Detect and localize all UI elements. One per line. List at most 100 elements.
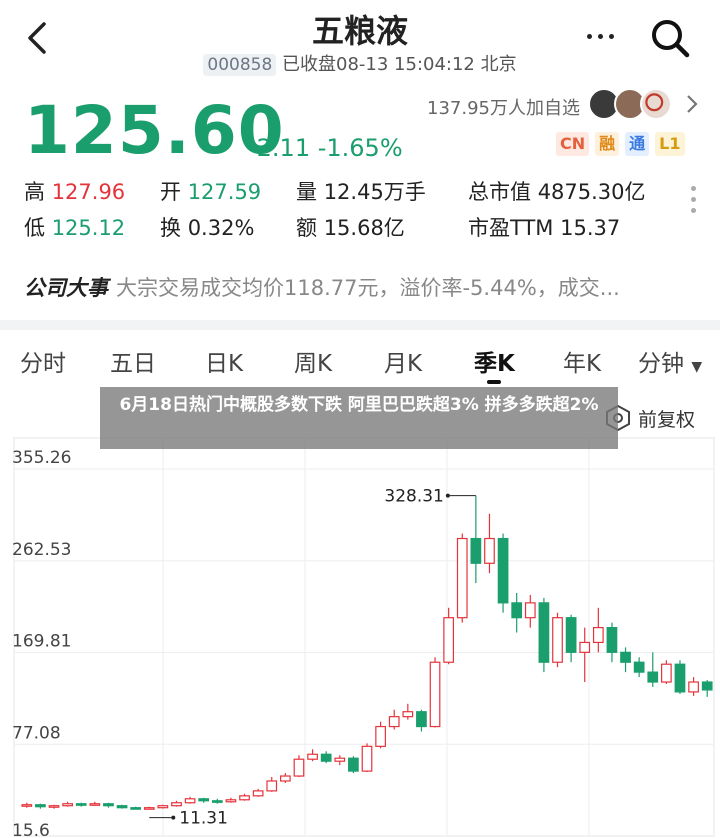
candle-body (579, 641, 591, 653)
candle-body (620, 651, 631, 663)
candle-body (198, 798, 210, 802)
more-options-icon[interactable] (584, 24, 624, 54)
stat-low: 低 125.12 (24, 216, 126, 240)
y-tick-label: 77.08 (12, 723, 61, 743)
candle-body (48, 805, 60, 808)
candle-body (75, 803, 87, 806)
candle-body (184, 798, 196, 804)
candle-body (443, 617, 455, 663)
candle-body (565, 617, 577, 653)
badge-cn: CN (556, 132, 590, 156)
candle-body (348, 757, 359, 772)
badge-level1: L1 (655, 132, 685, 156)
candle-body (307, 753, 318, 760)
candle-body (225, 799, 237, 803)
tab-intraday[interactable]: 分时 (20, 344, 66, 378)
chevron-right-icon[interactable] (682, 92, 702, 116)
stock-badges: CN 融通 L1 (556, 132, 691, 158)
candle-body (633, 661, 645, 673)
candle-body (647, 671, 659, 683)
candle-body (538, 602, 550, 663)
candle-body (89, 803, 101, 806)
candlestick-chart[interactable]: 355.26 262.53 169.81 77.08 15.6 328.31 11.31 (0, 396, 720, 838)
follower-avatars[interactable] (588, 88, 676, 122)
candle-body (130, 807, 142, 810)
candle-body (456, 537, 468, 619)
candle-body (511, 602, 523, 619)
min-price-label: 11.31 (179, 809, 228, 829)
watchlist-count[interactable]: 137.95万人加自选 (427, 94, 580, 120)
candle-body (35, 804, 46, 808)
candle-body (402, 711, 414, 718)
status-text: 已收盘08-13 15:04:12 北京 (282, 54, 517, 75)
company-event[interactable]: 公司大事 大宗交易成交均价118.77元，溢价率-5.44%，成交... (24, 272, 684, 302)
candle-body (375, 725, 386, 747)
stock-code: 000858 (203, 54, 277, 76)
stat-open: 开 127.59 (160, 180, 262, 204)
candle-body (484, 537, 495, 564)
news-banner[interactable]: 6月18日热门中概股多数下跌 阿里巴巴跌超3% 拼多多跌超2% (100, 387, 618, 449)
candle-body (62, 803, 73, 807)
tab-quarterly-k[interactable]: 季K (474, 344, 515, 378)
stat-volume: 量 12.45万手 (296, 180, 426, 204)
y-tick-label: 355.26 (12, 448, 71, 468)
candle-body (21, 804, 33, 807)
event-title: 公司大事 (24, 276, 108, 300)
tab-minute[interactable]: 分钟 ▼ (638, 344, 702, 378)
tab-yearly-k[interactable]: 年K (563, 344, 601, 378)
dropdown-caret-icon: ▼ (691, 359, 703, 375)
current-price: 125.60 (24, 92, 285, 169)
candle-body (416, 711, 427, 728)
candle-body (361, 745, 373, 772)
stat-amount: 额 15.68亿 (296, 216, 405, 240)
candle-body (388, 716, 400, 728)
candle-body (470, 537, 482, 564)
chart-labels: 355.26 262.53 169.81 77.08 15.6 328.31 11.31 (12, 448, 476, 838)
period-tabs: 分时 五日 日K 周K 月K 季K 年K 分钟 ▼ (0, 340, 720, 386)
candle-body (661, 663, 672, 683)
tab-daily-k[interactable]: 日K (205, 344, 243, 378)
candle-body (606, 626, 618, 653)
y-tick-label: 15.6 (12, 821, 50, 838)
y-tick-label: 169.81 (12, 632, 71, 652)
candle-body (211, 800, 223, 803)
tab-five-day[interactable]: 五日 (110, 344, 156, 378)
candle-body (524, 602, 536, 619)
active-tab-indicator (487, 380, 501, 384)
candle-body (320, 753, 332, 762)
candle-body (239, 795, 250, 801)
min-dot (171, 815, 176, 820)
candle-body (143, 807, 155, 810)
candle-body (157, 805, 169, 809)
price-change: -2.11 -1.65% (248, 134, 403, 162)
candle-body (688, 681, 699, 693)
expand-stats-icon[interactable] (689, 186, 697, 226)
candle-body (497, 537, 509, 604)
search-icon[interactable] (648, 16, 692, 60)
event-text: 大宗交易成交均价118.77元，溢价率-5.44%，成交... (116, 276, 620, 300)
y-tick-label: 262.53 (12, 540, 71, 560)
tab-weekly-k[interactable]: 周K (294, 344, 332, 378)
max-price-label: 328.31 (384, 487, 443, 507)
candle-body (552, 617, 563, 663)
top-bar: 五粮液 000858 已收盘08-13 15:04:12 北京 (0, 0, 720, 80)
badge-margin: 融 (595, 132, 620, 156)
candle-body (171, 802, 182, 807)
candle-body (674, 663, 686, 693)
badge-connect: 通 (625, 132, 650, 156)
candle-body (116, 805, 128, 809)
candle-body (266, 780, 278, 792)
adjust-label: 前复权 (638, 408, 696, 431)
stat-market-cap: 总市值 4875.30亿 (468, 180, 646, 204)
candle-body (103, 803, 114, 807)
candle-body (293, 758, 305, 777)
stat-high: 高 127.96 (24, 180, 126, 204)
candle-body (592, 626, 604, 644)
candle-body (429, 661, 441, 728)
candle-body (334, 757, 346, 762)
candle-body (252, 790, 264, 797)
tab-monthly-k[interactable]: 月K (384, 344, 422, 378)
candle-body (279, 775, 291, 782)
section-divider (0, 320, 720, 330)
max-dot (445, 493, 450, 498)
